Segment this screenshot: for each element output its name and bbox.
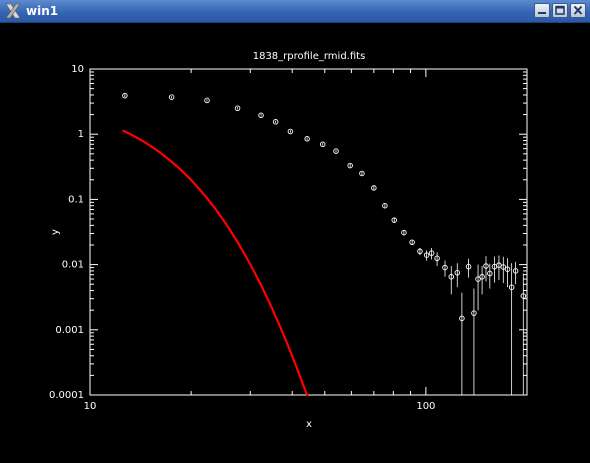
plot-frame (89, 68, 528, 396)
x-axis-label: x (306, 419, 312, 430)
minimize-button[interactable] (534, 3, 550, 18)
maximize-button[interactable] (552, 3, 568, 18)
minimize-icon (538, 12, 546, 14)
window-title: win1 (26, 4, 59, 18)
y-tick-label: 0.001 (55, 325, 84, 336)
model-curve (122, 129, 310, 397)
y-tick-label: 1 (78, 129, 84, 140)
error-bars (124, 94, 524, 395)
x-tick-label: 10 (84, 401, 97, 412)
maximize-icon (555, 5, 565, 15)
x-tick-label: 100 (416, 401, 435, 412)
y-tick-label: 0.0001 (49, 390, 84, 401)
title-bar[interactable]: win1 (0, 0, 590, 23)
data-points (122, 92, 527, 322)
axis-ticks (89, 68, 528, 396)
y-tick-label: 0.1 (68, 194, 84, 205)
close-icon (573, 5, 583, 15)
y-tick-label: 10 (71, 64, 84, 75)
tick-labels: 10 100 10 1 0.1 0.01 0.001 0.0001 (49, 64, 435, 412)
chart: 1838_rprofile_rmid.fits 10 100 10 1 0.1 0.01 0… (49, 51, 528, 430)
close-button[interactable] (570, 3, 586, 18)
y-tick-label: 0.01 (62, 260, 84, 271)
application-window: win1 1838_rprofile_rmid.fits 10 100 10 1 0.1… (0, 0, 590, 463)
y-axis-label: y (50, 229, 61, 235)
plot-area: 1838_rprofile_rmid.fits 10 100 10 1 0.1 0.01 0… (0, 23, 590, 463)
x-logo-icon[interactable] (4, 3, 22, 19)
chart-title: 1838_rprofile_rmid.fits (253, 51, 366, 62)
